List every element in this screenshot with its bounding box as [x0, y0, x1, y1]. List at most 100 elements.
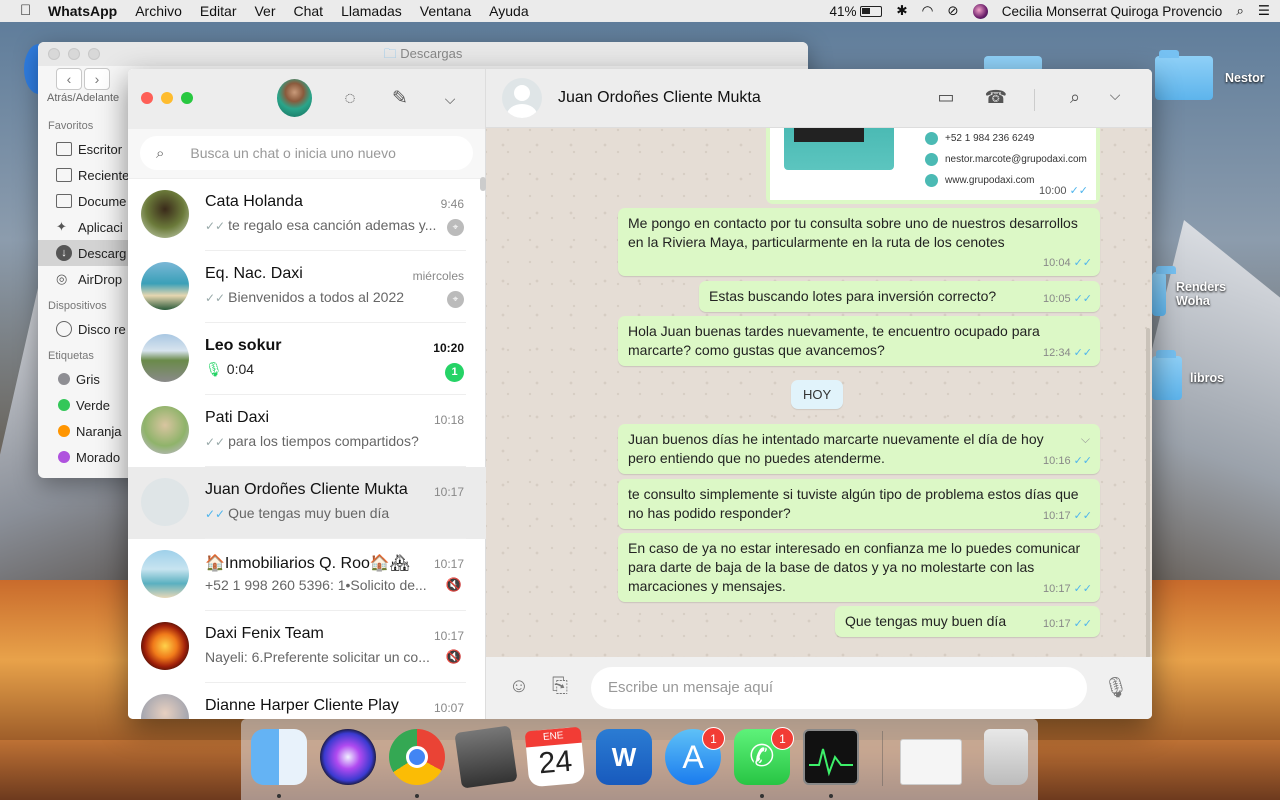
wifi-icon[interactable]: ◠ — [922, 3, 934, 19]
dock: ENE 24 W A 1 ✆ 1 — [241, 719, 1038, 800]
chat-item-eq-nac-daxi[interactable]: Eq. Nac. Daxi miércoles ✓✓ Bienvenidos a … — [128, 251, 486, 323]
globe-icon — [925, 174, 938, 187]
zoom-button[interactable] — [88, 48, 100, 60]
chat-preview: para los tiempos compartidos? — [228, 433, 419, 449]
message-outgoing[interactable]: En caso de ya no estar interesado en con… — [618, 533, 1100, 602]
dock-window-thumbnail[interactable] — [900, 739, 962, 785]
sidebar-item-aplicaciones[interactable]: ✦ Aplicaci — [38, 214, 128, 240]
chevron-down-icon[interactable]: ⌵ — [1081, 430, 1090, 449]
back-button[interactable]: ‹ — [56, 68, 82, 90]
dock-siri-icon[interactable] — [320, 729, 376, 785]
bluetooth-icon[interactable]: ✱ — [896, 3, 907, 19]
minimize-button[interactable] — [161, 92, 173, 104]
double-check-icon: ✓✓ — [1073, 347, 1092, 359]
chat-name: Dianne Harper Cliente Play — [205, 697, 399, 714]
message-outgoing[interactable]: Que tengas muy buen día 10:17 ✓✓ — [835, 606, 1100, 637]
menu-archivo[interactable]: Archivo — [135, 3, 182, 19]
search-input[interactable]: ⌕ Busca un chat o inicia uno nuevo — [140, 136, 473, 170]
dock-trash-icon[interactable] — [984, 729, 1028, 785]
do-not-disturb-icon[interactable]: ⊘ — [947, 3, 958, 19]
conversation-panel: Juan Ordoñes Cliente Mukta ▭ ☎ ⌕ ⌵ +52 1… — [486, 69, 1152, 719]
microphone-icon[interactable]: 🎙 — [1103, 675, 1129, 700]
chat-item-cata-holanda[interactable]: Cata Holanda 9:46 ✓✓ te regalo esa canció… — [128, 179, 486, 251]
message-placeholder: Escribe un mensaje aquí — [608, 679, 774, 696]
message-outgoing[interactable]: Estas buscando lotes para inversión corr… — [699, 281, 1100, 312]
search-icon[interactable]: ⌕ — [1063, 87, 1087, 108]
tag-morado[interactable]: Morado — [38, 444, 128, 470]
chat-item-juan-ordones[interactable]: Juan Ordoñes Cliente Mukta 10:17 ✓✓ Que t… — [128, 467, 486, 539]
attach-icon[interactable]: ⎘ — [547, 675, 573, 698]
chat-item-inmobiliarios[interactable]: 🏠Inmobiliarios Q. Roo🏠🏘 10:17 +52 1 998 … — [128, 539, 486, 611]
desktop-folder-renders[interactable]: Renders Woha — [1152, 266, 1226, 316]
tag-naranja[interactable]: Naranja — [38, 418, 128, 444]
menu-ayuda[interactable]: Ayuda — [489, 3, 528, 19]
sidebar-item-recientes[interactable]: Reciente — [38, 162, 128, 188]
chat-item-dianne-harper[interactable]: Dianne Harper Cliente Play 10:07 — [128, 683, 486, 719]
contact-name[interactable]: Juan Ordoñes Cliente Mukta — [558, 89, 761, 107]
chat-name: Cata Holanda — [205, 193, 303, 210]
dock-calendar-icon[interactable]: ENE 24 — [524, 726, 586, 788]
app-menu[interactable]: WhatsApp — [48, 3, 117, 19]
sidebar-item-descargas[interactable]: ↓ Descarg — [38, 240, 128, 266]
chevron-down-icon[interactable]: ⌵ — [438, 87, 462, 111]
notification-center-icon[interactable]: ☰ — [1258, 3, 1270, 19]
profile-avatar[interactable] — [277, 79, 312, 117]
applications-icon: ✦ — [56, 219, 67, 234]
menu-editar[interactable]: Editar — [200, 3, 237, 19]
image-message[interactable]: +52 1 984 236 6249 nestor.marcote@grupod… — [766, 128, 1100, 204]
chat-item-daxi-fenix[interactable]: Daxi Fenix Team 10:17 Nayeli: 6.Preferen… — [128, 611, 486, 683]
close-button[interactable] — [48, 48, 60, 60]
sidebar-item-documentos[interactable]: Docume — [38, 188, 128, 214]
dock-calculator-icon[interactable] — [454, 725, 518, 789]
conversation-scrollbar[interactable] — [1146, 328, 1150, 657]
minimize-button[interactable] — [68, 48, 80, 60]
message-outgoing[interactable]: Juan buenos días he intentado marcarte n… — [618, 424, 1100, 474]
new-chat-icon[interactable]: ✎ — [388, 87, 412, 111]
tag-gris[interactable]: Gris — [38, 366, 128, 392]
menu-llamadas[interactable]: Llamadas — [341, 3, 402, 19]
dock-finder-icon[interactable] — [251, 729, 307, 785]
chat-item-leo-sokur[interactable]: Leo sokur 10:20 🎙 0:04 1 — [128, 323, 486, 395]
status-icon[interactable]: ◌ — [338, 87, 362, 111]
message-outgoing[interactable]: te consulto simplemente si tuviste algún… — [618, 479, 1100, 529]
user-avatar-icon[interactable] — [972, 3, 988, 19]
finder-window-controls — [48, 48, 100, 60]
apple-menu-icon[interactable]:  — [20, 3, 38, 19]
dock-activity-monitor-icon[interactable] — [803, 729, 859, 785]
menu-chat[interactable]: Chat — [294, 3, 324, 19]
menu-ventana[interactable]: Ventana — [420, 3, 471, 19]
sidebar-item-escritorio[interactable]: Escritor — [38, 136, 128, 162]
sidebar-item-airdrop[interactable]: ◎ AirDrop — [38, 266, 128, 292]
pin-icon: ⌖ — [447, 219, 464, 236]
video-call-icon[interactable]: ▭ — [934, 87, 958, 108]
conversation-header: Juan Ordoñes Cliente Mukta ▭ ☎ ⌕ ⌵ — [486, 69, 1152, 128]
battery-status[interactable]: 41% — [830, 4, 883, 19]
sidebar-item-disco[interactable]: Disco re — [38, 316, 128, 342]
emoji-icon[interactable]: ☺ — [506, 675, 532, 698]
menu-ver[interactable]: Ver — [254, 3, 275, 19]
chat-time: 10:20 — [433, 341, 464, 355]
phone-call-icon[interactable]: ☎ — [984, 87, 1008, 108]
user-name[interactable]: Cecilia Monserrat Quiroga Provencio — [1002, 4, 1223, 19]
chat-preview: Nayeli: 6.Preferente solicitar un co... — [205, 649, 430, 665]
chat-item-pati-daxi[interactable]: Pati Daxi 10:18 ✓✓ para los tiempos compa… — [128, 395, 486, 467]
desktop-folder-nestor[interactable]: Nestor — [1155, 50, 1265, 100]
desktop-folder-libros[interactable]: libros — [1152, 350, 1224, 400]
disk-icon — [56, 321, 72, 337]
message-input[interactable]: Escribe un mensaje aquí — [591, 667, 1087, 709]
message-outgoing[interactable]: Hola Juan buenas tardes nuevamente, te e… — [618, 316, 1100, 366]
message-outgoing[interactable]: Me pongo en contacto por tu consulta sob… — [618, 208, 1100, 276]
dock-chrome-icon[interactable] — [389, 729, 445, 785]
chat-preview: 0:04 — [226, 361, 255, 377]
chevron-down-icon[interactable]: ⌵ — [1103, 87, 1127, 104]
close-button[interactable] — [141, 92, 153, 104]
document-icon — [56, 194, 72, 208]
contact-avatar[interactable] — [502, 78, 542, 118]
dock-word-icon[interactable]: W — [596, 729, 652, 785]
email-icon — [925, 153, 938, 166]
forward-button[interactable]: › — [84, 68, 110, 90]
tag-verde[interactable]: Verde — [38, 392, 128, 418]
unread-badge: 1 — [445, 363, 464, 382]
spotlight-search-icon[interactable]: ⌕ — [1236, 3, 1244, 19]
zoom-button[interactable] — [181, 92, 193, 104]
